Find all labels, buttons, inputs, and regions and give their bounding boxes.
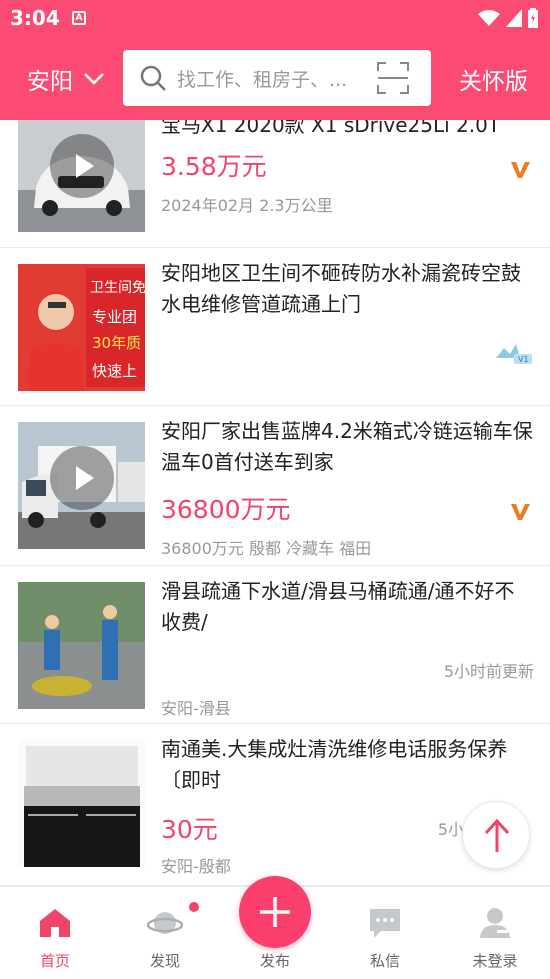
vip-crown-icon: V1 [496, 344, 532, 364]
top-bar: 3:04 A 安阳 找工作、租房子、... 关怀版 [0, 0, 550, 120]
post-button[interactable] [239, 876, 311, 948]
signal-icon [506, 9, 522, 27]
listing-feed: 宝马X1 2020款 X1 sDrive25Li 2.0T 3.58万元 202… [0, 120, 550, 886]
listing-thumbnail: 卫生间免高 专业团 30年质 快速上 [18, 264, 145, 391]
svg-text:V1: V1 [518, 355, 529, 364]
listing-thumbnail [18, 422, 145, 549]
search-placeholder: 找工作、租房子、... [177, 69, 348, 91]
tab-home-label: 首页 [39, 952, 70, 970]
planet-icon [147, 912, 183, 934]
app-header: 安阳 找工作、租房子、... 关怀版 [0, 36, 550, 120]
status-icons [478, 8, 538, 28]
tab-profile-label: 未登录 [472, 952, 518, 970]
tab-discover[interactable]: 发现 [110, 887, 220, 979]
tab-messages[interactable]: 私信 [330, 887, 440, 979]
care-mode-button[interactable]: 关怀版 [459, 62, 528, 96]
chevron-down-icon [84, 73, 104, 85]
verified-v-icon [511, 504, 530, 520]
listing-price: 36800万元 [161, 495, 291, 524]
listing-price: 3.58万元 [161, 152, 267, 181]
list-item[interactable]: 宝马X1 2020款 X1 sDrive25Li 2.0T 3.58万元 202… [0, 120, 550, 248]
message-icon [370, 909, 400, 938]
listing-meta: 2024年02月 2.3万公里 [161, 196, 333, 215]
listing-thumbnail [18, 740, 145, 867]
listing-thumbnail [18, 120, 145, 232]
listing-title: 南通美.大集成灶清洗维修电话服务保养〔即时 [161, 737, 508, 792]
svg-text:卫生间免高: 卫生间免高 [90, 279, 145, 296]
listing-meta: 36800万元 殷都 冷藏车 福田 [161, 539, 372, 558]
listing-title: 滑县疏通下水道/滑县马桶疏通/通不好不收费/ [161, 579, 515, 634]
status-time: 3:04 [10, 6, 60, 30]
listing-meta: 安阳-殷都 [161, 857, 231, 876]
battery-icon [528, 8, 538, 28]
notification-dot [189, 902, 199, 912]
scan-icon[interactable] [377, 62, 409, 94]
list-item[interactable]: 安阳厂家出售蓝牌4.2米箱式冷链运输车保温车0首付送车到家 36800万元 36… [0, 406, 550, 566]
arrow-up-icon [484, 818, 510, 852]
city-label: 安阳 [27, 69, 73, 95]
city-selector[interactable]: 安阳 [27, 62, 105, 96]
svg-text:专业团: 专业团 [92, 308, 137, 326]
play-icon [50, 134, 114, 198]
listing-title: 安阳厂家出售蓝牌4.2米箱式冷链运输车保温车0首付送车到家 [161, 419, 533, 474]
search-icon [140, 65, 166, 91]
listing-title: 宝马X1 2020款 X1 sDrive25Li 2.0T [161, 120, 501, 137]
user-icon [480, 908, 510, 938]
tab-profile[interactable]: 未登录 [440, 887, 550, 979]
svg-text:30年质: 30年质 [92, 334, 141, 352]
scroll-to-top-button[interactable] [462, 801, 530, 869]
notification-a-icon: A [72, 11, 86, 25]
listing-thumbnail [18, 582, 145, 709]
verified-v-icon [511, 162, 530, 178]
list-item[interactable]: 卫生间免高 专业团 30年质 快速上 安阳地区卫生间不砸砖防水补漏瓷砖空鼓水电维… [0, 248, 550, 406]
status-bar: 3:04 A [0, 0, 550, 36]
listing-meta: 安阳-滑县 [161, 699, 231, 718]
listing-updated: 5小时前更新 [443, 662, 534, 681]
wifi-icon [478, 10, 500, 26]
tab-messages-label: 私信 [369, 952, 400, 970]
list-item[interactable]: 南通美.大集成灶清洗维修电话服务保养〔即时 30元 5小 安阳-殷都 [0, 724, 550, 886]
svg-text:快速上: 快速上 [92, 362, 137, 380]
plus-icon [260, 897, 290, 927]
listing-title: 安阳地区卫生间不砸砖防水补漏瓷砖空鼓水电维修管道疏通上门 [161, 261, 521, 316]
tab-post-label: 发布 [259, 952, 290, 970]
tab-home[interactable]: 首页 [0, 887, 110, 979]
search-box[interactable]: 找工作、租房子、... [123, 50, 431, 106]
home-icon [40, 909, 70, 937]
listing-price: 30元 [161, 815, 218, 844]
tab-discover-label: 发现 [149, 952, 180, 970]
listing-updated: 5小 [437, 820, 464, 839]
list-item[interactable]: 滑县疏通下水道/滑县马桶疏通/通不好不收费/ 5小时前更新 安阳-滑县 [0, 566, 550, 724]
play-icon [50, 446, 114, 510]
